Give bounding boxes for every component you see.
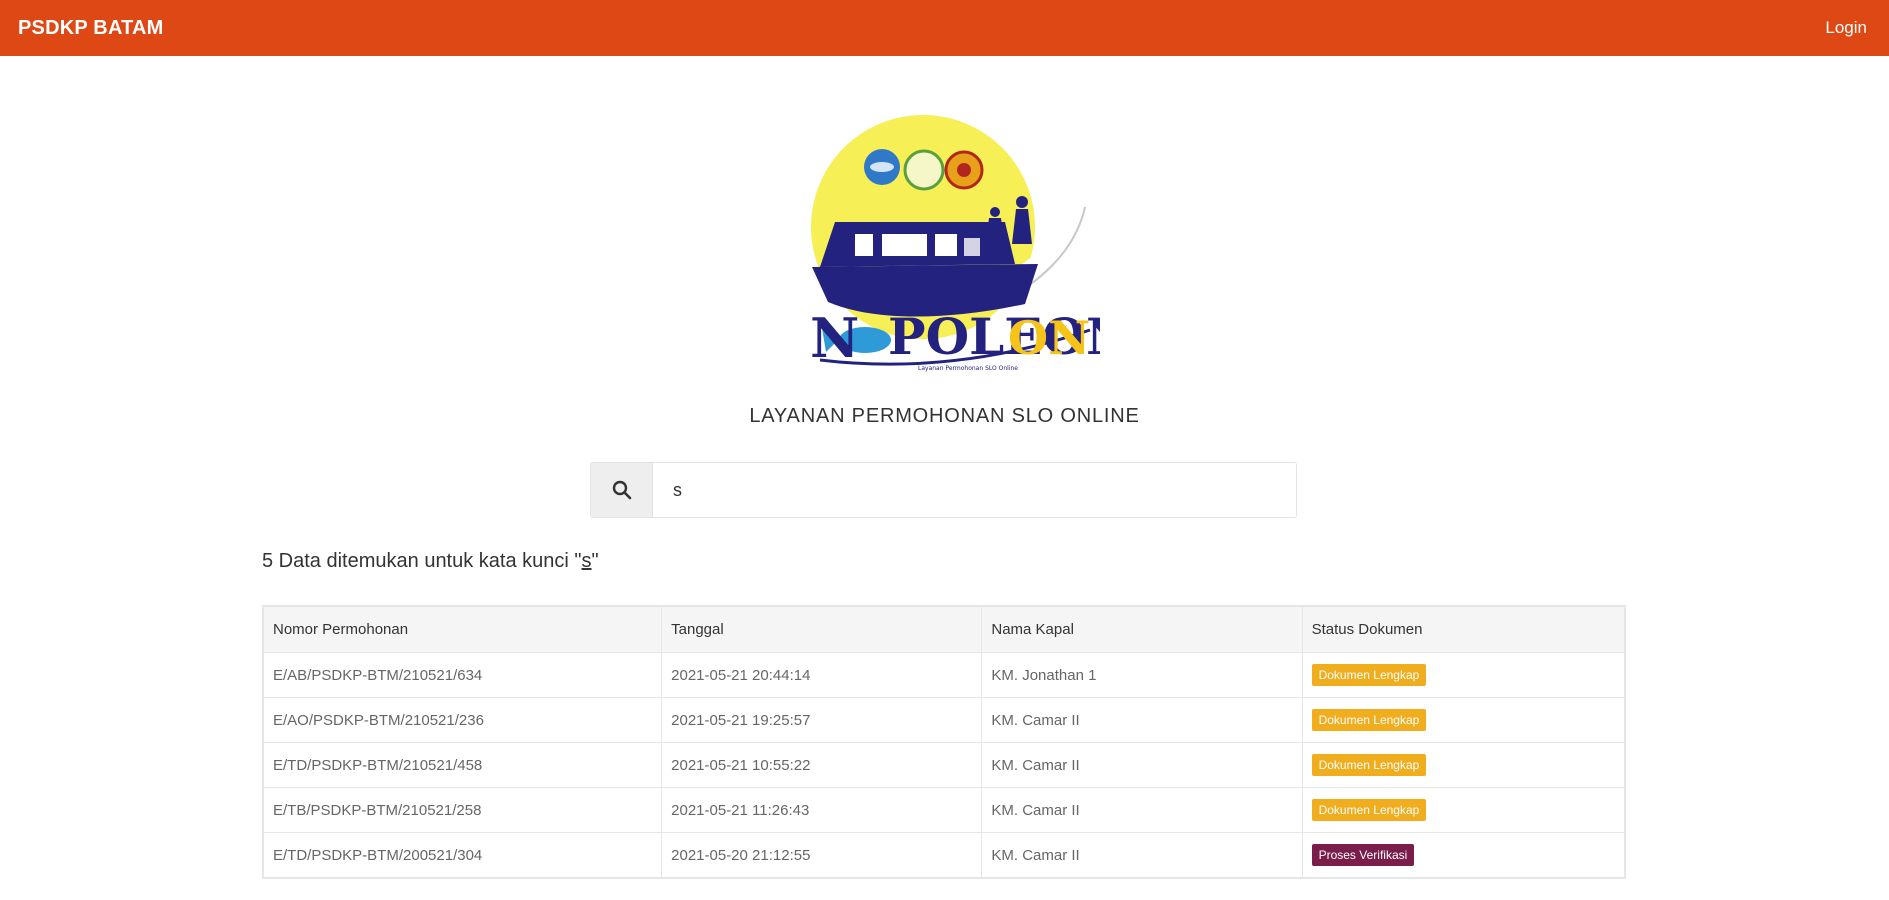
status-badge: Dokumen Lengkap xyxy=(1311,753,1427,777)
table-header-row: Nomor Permohonan Tanggal Nama Kapal Stat… xyxy=(262,606,1626,653)
result-prefix: 5 Data ditemukan untuk kata kunci " xyxy=(262,550,582,572)
cell-status: Proses Verifikasi xyxy=(1301,832,1626,878)
table-row[interactable]: E/TD/PSDKP-BTM/200521/304 2021-05-20 21:… xyxy=(262,832,1626,878)
cell-kapal: KM. Jonathan 1 xyxy=(981,652,1303,698)
cell-tanggal: 2021-05-20 21:12:55 xyxy=(661,832,983,878)
header-tanggal: Tanggal xyxy=(661,606,983,653)
cell-status: Dokumen Lengkap xyxy=(1301,787,1626,833)
cell-tanggal: 2021-05-21 19:25:57 xyxy=(661,697,983,743)
navbar: PSDKP BATAM Login xyxy=(0,0,1889,56)
cell-tanggal: 2021-05-21 11:26:43 xyxy=(661,787,983,833)
search-button[interactable] xyxy=(591,463,653,517)
cell-nomor: E/AO/PSDKP-BTM/210521/236 xyxy=(262,697,663,743)
cell-tanggal: 2021-05-21 10:55:22 xyxy=(661,742,983,788)
login-link[interactable]: Login xyxy=(1825,18,1867,38)
cell-status: Dokumen Lengkap xyxy=(1301,697,1626,743)
cell-kapal: KM. Camar II xyxy=(981,832,1303,878)
search-icon xyxy=(612,480,631,500)
cell-nomor: E/TD/PSDKP-BTM/200521/304 xyxy=(262,832,663,878)
cell-kapal: KM. Camar II xyxy=(981,742,1303,788)
status-badge: Dokumen Lengkap xyxy=(1311,798,1427,822)
header-kapal: Nama Kapal xyxy=(981,606,1303,653)
cell-nomor: E/AB/PSDKP-BTM/210521/634 xyxy=(262,652,663,698)
brand-link[interactable]: PSDKP BATAM xyxy=(18,17,164,40)
table-row[interactable]: E/AO/PSDKP-BTM/210521/236 2021-05-21 19:… xyxy=(262,697,1626,743)
status-badge: Dokumen Lengkap xyxy=(1311,663,1427,687)
results-table: Nomor Permohonan Tanggal Nama Kapal Stat… xyxy=(262,605,1626,879)
cell-status: Dokumen Lengkap xyxy=(1301,652,1626,698)
status-badge: Dokumen Lengkap xyxy=(1311,708,1427,732)
cell-status: Dokumen Lengkap xyxy=(1301,742,1626,788)
table-row[interactable]: E/TD/PSDKP-BTM/210521/458 2021-05-21 10:… xyxy=(262,742,1626,788)
page-subtitle: LAYANAN PERMOHONAN SLO ONLINE xyxy=(749,405,1140,427)
cell-kapal: KM. Camar II xyxy=(981,787,1303,833)
header-status: Status Dokumen xyxy=(1301,606,1626,653)
search-bar xyxy=(590,462,1297,518)
cell-tanggal: 2021-05-21 20:44:14 xyxy=(661,652,983,698)
result-suffix: " xyxy=(591,550,599,572)
status-badge: Proses Verifikasi xyxy=(1311,843,1415,867)
search-input[interactable] xyxy=(653,463,1296,517)
table-row[interactable]: E/TB/PSDKP-BTM/210521/258 2021-05-21 11:… xyxy=(262,787,1626,833)
table-row[interactable]: E/AB/PSDKP-BTM/210521/634 2021-05-21 20:… xyxy=(262,652,1626,698)
cell-nomor: E/TB/PSDKP-BTM/210521/258 xyxy=(262,787,663,833)
result-keyword: s xyxy=(581,550,592,572)
logo-tagline: Layanan Permohonan SLO Online xyxy=(918,365,1018,372)
cell-nomor: E/TD/PSDKP-BTM/210521/458 xyxy=(262,742,663,788)
header-nomor: Nomor Permohonan xyxy=(262,606,663,653)
cell-kapal: KM. Camar II xyxy=(981,697,1303,743)
napoleon-logo: N POLEON ON Layanan Permohonan SLO Onlin… xyxy=(800,112,1132,377)
result-summary: 5 Data ditemukan untuk kata kunci "s" xyxy=(262,550,599,573)
logo-n-text: N xyxy=(810,306,859,370)
logo-on-text: ON xyxy=(1008,311,1090,365)
